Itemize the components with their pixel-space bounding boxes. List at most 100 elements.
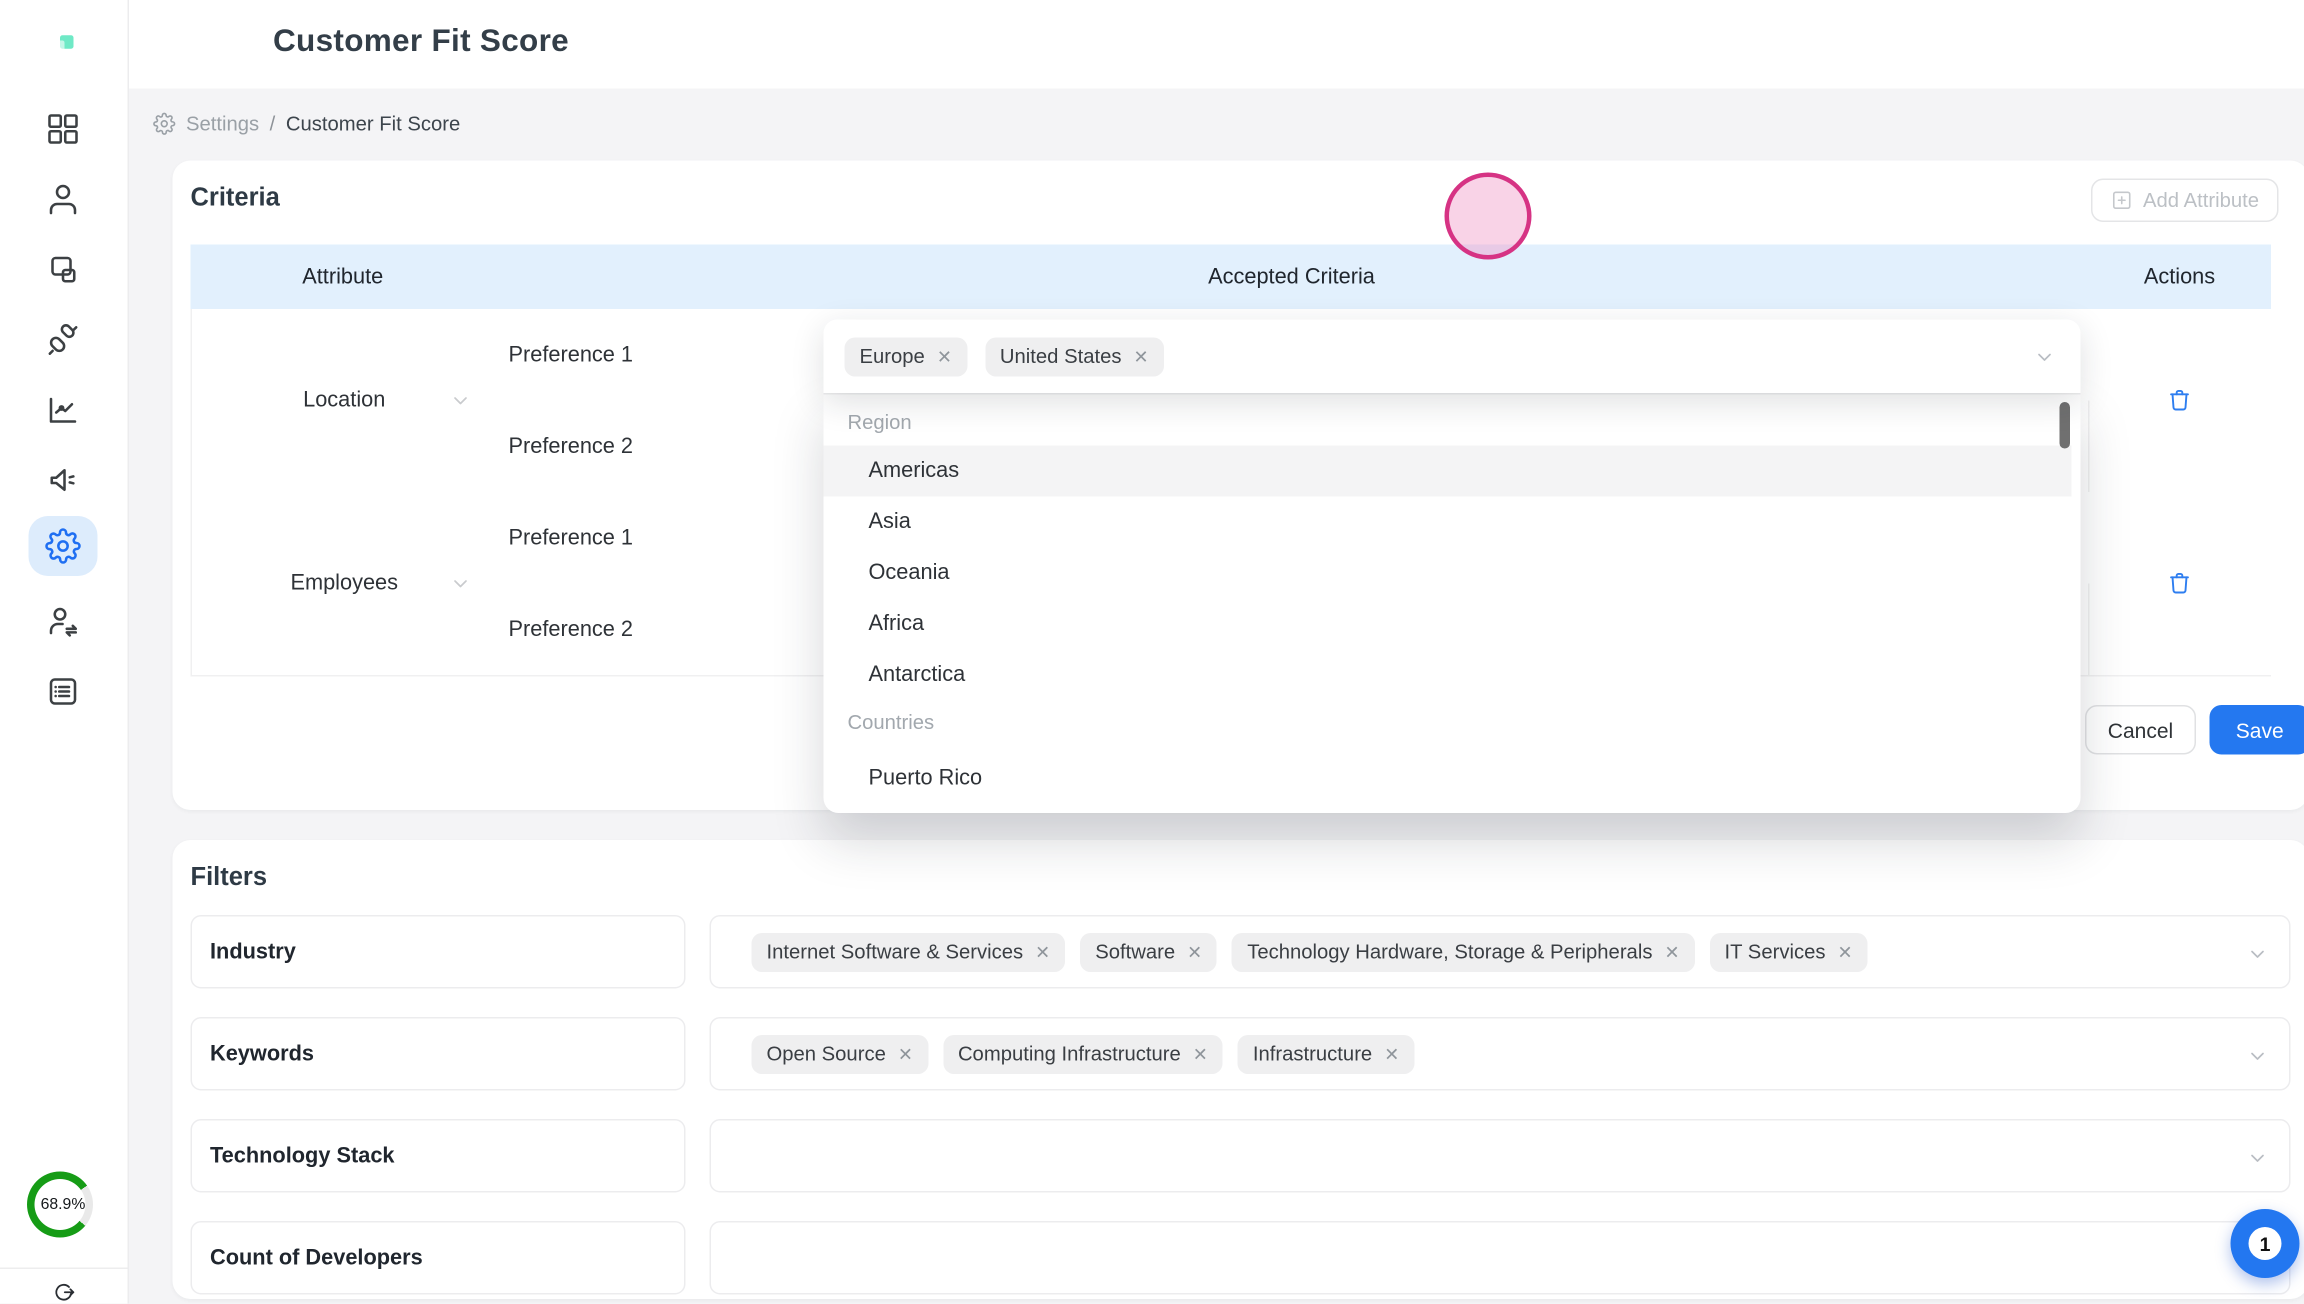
- dropdown-scrollbar-thumb[interactable]: [2060, 402, 2071, 449]
- sidebar-item-logs[interactable]: [45, 674, 81, 710]
- logout-icon: [51, 1280, 77, 1304]
- breadcrumb-current: Customer Fit Score: [286, 112, 460, 135]
- remove-tag-icon[interactable]: ✕: [898, 1043, 913, 1064]
- user-icon: [45, 182, 81, 218]
- breadcrumb-separator: /: [270, 112, 276, 135]
- plug-icon: [45, 323, 81, 359]
- step-badge-number: 1: [2249, 1227, 2282, 1260]
- line-chart-icon: [45, 392, 81, 428]
- location-dropdown-menu: Region Americas Asia Oceania Africa Anta…: [824, 393, 2081, 813]
- dropdown-group-region: Region: [848, 411, 912, 434]
- megaphone-icon: [45, 462, 81, 498]
- chevron-down-icon[interactable]: [449, 389, 473, 413]
- attribute-cell-employees: Employees: [191, 492, 499, 677]
- dropdown-group-countries: Countries: [848, 711, 935, 734]
- tag-label: Europe: [860, 345, 925, 368]
- sidebar-divider: [0, 1268, 128, 1270]
- filters-card: Filters Industry Internet Software & Ser…: [173, 840, 2304, 1299]
- trash-icon: [2166, 387, 2193, 414]
- filter-field-keywords[interactable]: Open Source✕ Computing Infrastructure ✕ I…: [710, 1017, 2291, 1091]
- hexagon-logo-icon: [41, 23, 86, 68]
- preference-cell: Preference 2: [495, 584, 813, 677]
- remove-tag-icon[interactable]: ✕: [1193, 1043, 1208, 1064]
- delete-attribute-button[interactable]: [2166, 387, 2193, 414]
- remove-tag-icon[interactable]: ✕: [1384, 1043, 1399, 1064]
- breadcrumb: Settings / Customer Fit Score: [153, 110, 460, 137]
- filter-tag: Technology Hardware, Storage & Periphera…: [1232, 932, 1694, 971]
- remove-tag-icon[interactable]: ✕: [1664, 941, 1679, 962]
- dropdown-option-puerto-rico[interactable]: Puerto Rico: [824, 753, 2072, 804]
- filter-tag: Open Source✕: [752, 1034, 928, 1073]
- gear-icon: [45, 528, 81, 564]
- selected-tag-united-states: United States ✕: [985, 337, 1164, 376]
- add-attribute-button[interactable]: Add Attribute: [2091, 179, 2279, 223]
- location-multiselect-field[interactable]: Europe ✕ United States ✕: [824, 320, 2081, 394]
- sidebar-item-dashboard[interactable]: [45, 111, 81, 147]
- sidebar-item-campaigns[interactable]: [45, 462, 81, 498]
- customer-fit-score-page: Customer Fit Score 68.9%: [0, 0, 2304, 1304]
- overlapping-pages-icon: [45, 252, 81, 288]
- breadcrumb-settings-link[interactable]: Settings: [186, 112, 259, 135]
- tag-label: Computing Infrastructure: [958, 1043, 1181, 1066]
- preference-cell: Preference 2: [495, 401, 813, 494]
- health-score-ring: 68.9%: [27, 1172, 93, 1238]
- preference-label: Preference 1: [509, 309, 634, 401]
- tag-label: IT Services: [1725, 941, 1826, 964]
- sidebar-item-people[interactable]: [45, 182, 81, 218]
- filter-label-technology-stack: Technology Stack: [191, 1119, 686, 1193]
- filter-tag: Computing Infrastructure ✕: [943, 1034, 1223, 1073]
- filter-tag: Internet Software & Services ✕: [752, 932, 1066, 971]
- filter-field-industry[interactable]: Internet Software & Services✕ Software✕ …: [710, 915, 2291, 989]
- filter-field-technology-stack[interactable]: [710, 1119, 2291, 1193]
- settings-gear-wrap: [45, 528, 81, 564]
- delete-attribute-button[interactable]: [2166, 570, 2193, 597]
- top-header-bar: Customer Fit Score: [128, 0, 2304, 89]
- sidebar-item-accounts[interactable]: [45, 252, 81, 288]
- list-box-icon: [45, 674, 81, 710]
- dropdown-option-antarctica[interactable]: Antarctica: [824, 650, 2072, 701]
- sidebar-logout-button[interactable]: [51, 1280, 77, 1304]
- preference-label: Preference 2: [509, 584, 634, 676]
- user-sync-icon: [45, 603, 81, 639]
- col-header-actions: Actions: [2088, 245, 2271, 310]
- remove-tag-icon[interactable]: ✕: [1187, 941, 1202, 962]
- click-indicator-circle: [1445, 173, 1532, 260]
- tag-label: United States: [1000, 345, 1122, 368]
- save-button[interactable]: Save: [2210, 705, 2304, 755]
- preference-cell: Preference 1: [495, 309, 813, 402]
- dropdown-option-asia[interactable]: Asia: [824, 497, 2072, 548]
- remove-tag-icon[interactable]: ✕: [1133, 346, 1148, 367]
- plus-square-icon: [2110, 189, 2133, 212]
- filter-tag: Software✕: [1080, 932, 1217, 971]
- filter-label-keywords: Keywords: [191, 1017, 686, 1091]
- filter-field-count-of-developers[interactable]: [710, 1221, 2291, 1295]
- remove-tag-icon[interactable]: ✕: [937, 346, 952, 367]
- add-attribute-label: Add Attribute: [2143, 189, 2259, 212]
- sidebar: 68.9%: [0, 0, 129, 1304]
- remove-tag-icon[interactable]: ✕: [1035, 941, 1050, 962]
- dropdown-option-oceania[interactable]: Oceania: [824, 548, 2072, 599]
- chevron-down-icon[interactable]: [449, 572, 473, 596]
- filter-label-industry: Industry: [191, 915, 686, 989]
- filter-tag: Infrastructure✕: [1238, 1034, 1414, 1073]
- chevron-down-icon[interactable]: [2033, 345, 2057, 369]
- chevron-down-icon[interactable]: [2246, 1044, 2270, 1068]
- sidebar-item-settings-active[interactable]: [29, 516, 98, 576]
- filter-label-count-of-developers: Count of Developers: [191, 1221, 686, 1295]
- chevron-down-icon[interactable]: [2246, 1146, 2270, 1170]
- col-header-attribute: Attribute: [191, 245, 496, 310]
- actions-cell-location: [2088, 309, 2271, 494]
- app-logo[interactable]: [41, 23, 86, 68]
- filters-heading: Filters: [191, 863, 268, 893]
- dropdown-option-americas[interactable]: Americas: [824, 446, 2072, 497]
- remove-tag-icon[interactable]: ✕: [1837, 941, 1852, 962]
- dropdown-option-africa[interactable]: Africa: [824, 599, 2072, 650]
- tag-label: Internet Software & Services: [767, 941, 1024, 964]
- trash-icon: [2166, 570, 2193, 597]
- cancel-button[interactable]: Cancel: [2085, 705, 2196, 755]
- step-badge-button[interactable]: 1: [2231, 1209, 2300, 1278]
- sidebar-item-analytics[interactable]: [45, 392, 81, 428]
- chevron-down-icon[interactable]: [2246, 942, 2270, 966]
- sidebar-item-user-sync[interactable]: [45, 603, 81, 639]
- sidebar-item-integrations[interactable]: [45, 323, 81, 359]
